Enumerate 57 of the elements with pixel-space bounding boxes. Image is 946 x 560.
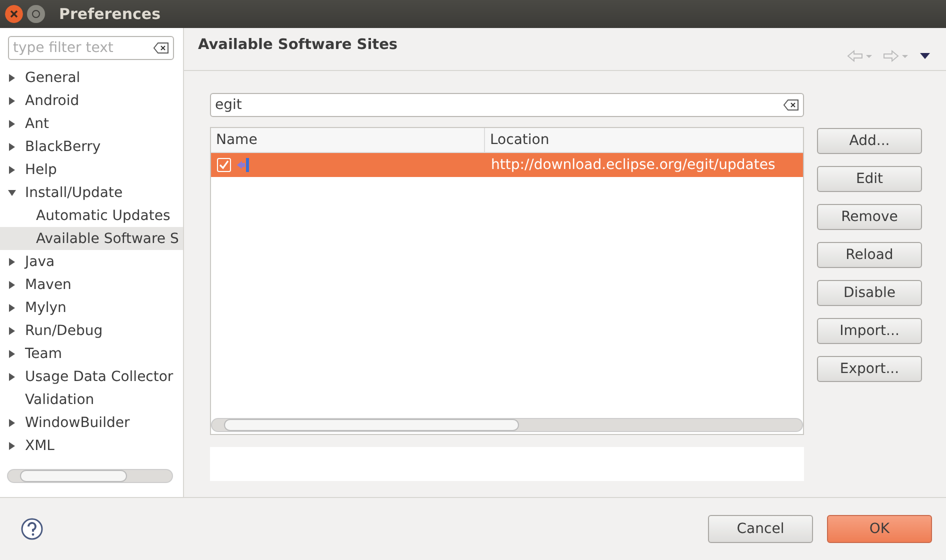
expander-icon[interactable] (8, 280, 16, 288)
site-icon (237, 157, 251, 173)
side-button[interactable]: Disable (817, 280, 922, 306)
tree-item[interactable]: General (0, 66, 183, 89)
expander-icon[interactable] (8, 74, 16, 82)
expander-icon[interactable] (8, 326, 16, 334)
expander-icon[interactable] (8, 120, 16, 128)
tree-item[interactable]: Android (0, 89, 183, 112)
horizontal-scrollbar[interactable] (211, 418, 803, 432)
expander-icon[interactable] (8, 418, 16, 426)
checkbox[interactable] (217, 158, 231, 172)
menu-icon[interactable] (919, 52, 931, 60)
tree-item[interactable]: Validation (0, 388, 183, 411)
close-button[interactable] (5, 5, 23, 23)
table-cell-text: http://download.eclipse.org/egit/updates (490, 157, 776, 173)
tree-item[interactable]: Available Software S (0, 227, 183, 250)
tree-item[interactable]: Maven (0, 273, 183, 296)
cancel-button[interactable]: Cancel (708, 515, 813, 543)
side-button[interactable]: Export... (817, 356, 922, 382)
side-button[interactable]: Import... (817, 318, 922, 344)
tree-item[interactable]: Install/Update (0, 181, 183, 204)
expander-icon[interactable] (8, 304, 16, 312)
expander-icon[interactable] (8, 350, 16, 358)
column-header[interactable]: Location (485, 128, 550, 152)
filter-field[interactable]: type filter text (8, 36, 174, 60)
side-button[interactable]: Remove (817, 204, 922, 230)
tree-item[interactable]: BlackBerry (0, 135, 183, 158)
tree-item[interactable]: Automatic Updates (0, 204, 183, 227)
tree-item[interactable]: Team (0, 342, 183, 365)
expander-icon[interactable] (8, 258, 16, 266)
page-title: Available Software Sites (198, 37, 398, 53)
tree-item[interactable]: XML (0, 434, 183, 457)
tree-item[interactable]: Run/Debug (0, 319, 183, 342)
tree-item[interactable]: WindowBuilder (0, 411, 183, 434)
tree-item[interactable]: Usage Data Collector (0, 365, 183, 388)
expander-icon[interactable] (8, 166, 16, 174)
tree-item[interactable]: Ant (0, 112, 183, 135)
expander-icon[interactable] (8, 442, 16, 450)
search-field[interactable]: egit (210, 93, 804, 117)
maximize-button[interactable] (27, 5, 45, 23)
side-button[interactable]: Reload (817, 242, 922, 268)
expander-icon[interactable] (8, 188, 16, 196)
tree-item[interactable]: Mylyn (0, 296, 183, 319)
help-icon[interactable] (21, 518, 43, 540)
tree-item[interactable]: Java (0, 250, 183, 273)
horizontal-scrollbar[interactable] (7, 469, 173, 483)
ok-button[interactable]: OK (827, 515, 932, 543)
window-title: Preferences (59, 5, 161, 23)
column-header[interactable]: Name (211, 128, 485, 152)
clear-icon[interactable] (783, 99, 799, 111)
tree-item[interactable]: Help (0, 158, 183, 181)
expander-icon[interactable] (8, 142, 16, 150)
clear-icon[interactable] (153, 42, 169, 54)
side-button[interactable]: Add... (817, 128, 922, 154)
expander-icon[interactable] (8, 372, 16, 380)
expander-icon[interactable] (8, 96, 16, 104)
side-button[interactable]: Edit (817, 166, 922, 192)
